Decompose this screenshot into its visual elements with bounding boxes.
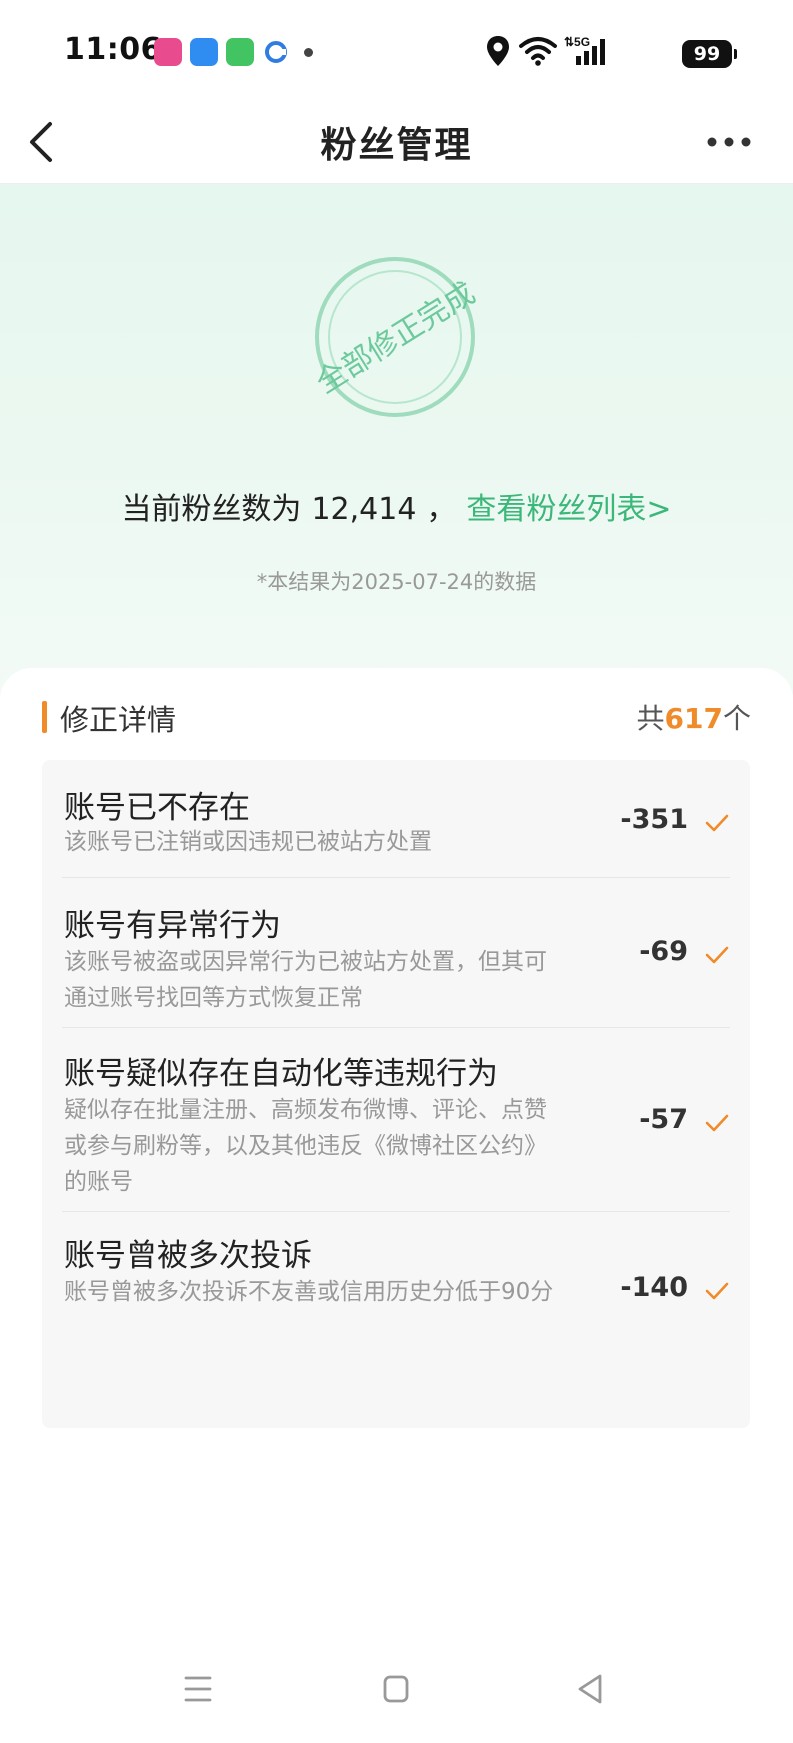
app-notification-icon [262,38,290,66]
system-back-button[interactable] [562,1664,618,1714]
view-fans-list-link[interactable]: 查看粉丝列表> [466,492,671,527]
fans-count: 12,414 [311,492,417,527]
svg-text:⇅5G: ⇅5G [564,35,590,49]
item-title: 账号有异常行为 [64,908,281,944]
result-hero: 全部修正完成 当前粉丝数为 12,414 ， 查看粉丝列表> *本结果为2025-07… [0,184,793,704]
count-suffix: 个 [722,702,751,735]
item-description: 账号曾被多次投诉不友善或信用历史分低于90分 [64,1279,554,1305]
app-notification-icon [190,38,218,66]
item-title: 账号疑似存在自动化等违规行为 [64,1056,498,1092]
item-value: -69 [639,936,688,967]
total-count: 共617个 [637,697,751,737]
count-value: 617 [664,702,723,735]
stamp-text: 全部修正完成 [312,276,478,401]
wifi-icon [519,37,557,66]
list-item: 账号已不存在 该账号已注销或因违规已被站方处置 -351 [42,760,750,878]
home-button[interactable] [368,1664,424,1714]
completion-stamp: 全部修正完成 [312,257,478,417]
list-item: 账号疑似存在自动化等违规行为 疑似存在批量注册、高频发布微博、评论、点赞或参与刷… [42,1028,750,1212]
item-title: 账号曾被多次投诉 [64,1238,312,1274]
more-button[interactable] [700,120,764,164]
menu-icon [184,1676,212,1702]
check-icon [705,1114,729,1132]
item-description: 该账号被盗或因异常行为已被站方处置，但其可通过账号找回等方式恢复正常 [64,949,547,1011]
dot-icon [304,48,313,57]
status-time: 11:06 [64,32,162,67]
page-title: 粉丝管理 [320,125,473,166]
list-item: 账号曾被多次投诉 账号曾被多次投诉不友善或信用历史分低于90分 -140 [42,1212,750,1362]
check-icon [705,946,729,964]
data-date-note: *本结果为2025-07-24的数据 [256,570,537,594]
signal-5g-icon: ⇅5G [564,35,605,65]
system-nav-bar [0,1640,793,1743]
correction-details-card: 修正详情 共617个 账号已不存在 该账号已注销或因违规已被站方处置 -351 … [0,668,793,1668]
details-list: 账号已不存在 该账号已注销或因违规已被站方处置 -351 账号有异常行为 该账号… [42,760,750,1428]
item-value: -351 [620,804,688,835]
item-value: -57 [639,1104,688,1135]
recent-apps-button[interactable] [170,1664,226,1714]
location-icon [487,36,509,66]
message-icon [226,38,254,66]
section-title: 修正详情 [60,703,177,737]
back-triangle-icon [578,1674,602,1704]
list-item: 账号有异常行为 该账号被盗或因异常行为已被站方处置，但其可通过账号找回等方式恢复… [42,878,750,1028]
home-square-icon [383,1675,409,1703]
app-notification-icon [154,38,182,66]
section-marker [42,701,47,733]
fans-separator: ， [426,492,457,527]
item-value: -140 [620,1272,688,1303]
check-icon [705,1282,729,1300]
check-icon [705,814,729,832]
battery-icon: 99 [682,40,737,68]
item-description: 疑似存在批量注册、高频发布微博、评论、点赞或参与刷粉等，以及其他违反《微博社区公… [64,1097,547,1195]
item-title: 账号已不存在 [64,790,250,826]
more-dots-icon [707,137,751,147]
status-bar: 11:06 ⇅5G 99 [0,0,793,100]
nav-bar: 粉丝管理 [0,100,793,184]
item-description: 该账号已注销或因违规已被站方处置 [64,829,432,855]
count-prefix: 共 [636,702,665,735]
fans-count-line: 当前粉丝数为 12,414 ， 查看粉丝列表> [0,484,793,528]
fans-prefix: 当前粉丝数为 [121,492,302,527]
